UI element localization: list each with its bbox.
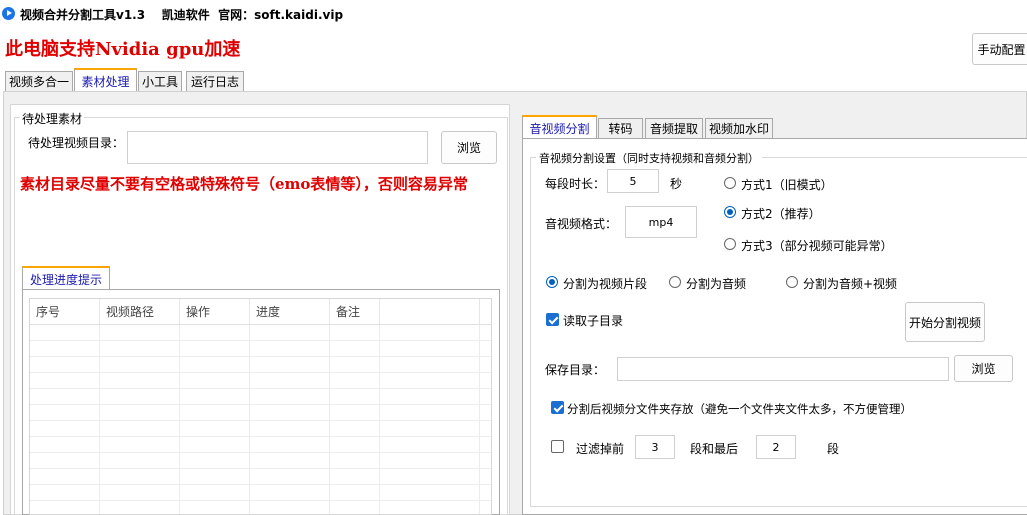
material-group-title: 待处理素材 [20, 110, 85, 127]
table-row [30, 373, 491, 389]
segment-input[interactable]: 5 [607, 169, 659, 193]
filter-checkbox[interactable] [551, 440, 564, 453]
table-row [30, 485, 491, 501]
table-header: 序号 视频路径 操作 进度 备注 [30, 299, 491, 325]
title-bar: 视频合并分割工具v1.3 凯迪软件 官网：soft.kaidi.vip [0, 0, 1027, 28]
save-dir-input[interactable] [617, 357, 949, 381]
folder-option-label[interactable]: 分割后视频分文件夹存放（避免一个文件夹文件太多，不方便管理） [567, 401, 912, 417]
folder-option-checkbox[interactable] [551, 401, 564, 414]
table-row [30, 341, 491, 357]
gpu-banner: 此电脑支持Nvidia gpu加速 [5, 39, 241, 60]
mode3-radio[interactable] [724, 238, 736, 250]
col-index[interactable]: 序号 [30, 299, 100, 324]
split-video-radio[interactable] [546, 276, 558, 288]
table-row [30, 437, 491, 453]
table-row [30, 325, 491, 341]
filter-label-mid: 段和最后 [690, 442, 739, 456]
filter-label-post: 段 [827, 442, 840, 456]
browse-button-left[interactable]: 浏览 [441, 131, 497, 164]
split-video-label[interactable]: 分割为视频片段 [563, 275, 647, 292]
read-subdir-label[interactable]: 读取子目录 [563, 312, 623, 329]
col-progress[interactable]: 进度 [250, 299, 330, 324]
manual-config-button[interactable]: 手动配置 [972, 33, 1027, 65]
mode3-label[interactable]: 方式3（部分视频可能异常） [741, 237, 893, 254]
table-body [30, 325, 491, 514]
tab-audio-extract[interactable]: 音频提取 [645, 118, 703, 138]
table-row [30, 453, 491, 469]
progress-table: 序号 视频路径 操作 进度 备注 [29, 298, 492, 515]
read-subdir-checkbox[interactable] [546, 313, 559, 326]
table-row [30, 389, 491, 405]
tab-av-split[interactable]: 音视频分割 [522, 115, 597, 139]
browse-button-right[interactable]: 浏览 [954, 355, 1013, 382]
tab-progress[interactable]: 处理进度提示 [22, 266, 110, 290]
format-label: 音视频格式： [545, 217, 618, 231]
tab-watermark[interactable]: 视频加水印 [705, 118, 773, 138]
mode1-label[interactable]: 方式1（旧模式） [741, 176, 833, 193]
mode2-radio[interactable] [724, 206, 736, 218]
dir-warning: 素材目录尽量不要有空格或特殊符号（emo表情等），否则容易异常 [20, 175, 468, 193]
split-group-title: 音视频分割设置（同时支持视频和音频分割） [536, 150, 762, 166]
tab-transcode[interactable]: 转码 [598, 118, 643, 138]
dir-label: 待处理视频目录： [28, 136, 125, 150]
mode1-radio[interactable] [724, 177, 736, 189]
split-both-radio[interactable] [786, 276, 798, 288]
table-row [30, 501, 491, 514]
video-dir-input[interactable] [127, 131, 428, 164]
tab-tools[interactable]: 小工具 [138, 71, 182, 91]
mode2-label[interactable]: 方式2（推荐） [741, 205, 821, 222]
col-path[interactable]: 视频路径 [100, 299, 180, 324]
save-dir-label: 保存目录： [545, 363, 606, 377]
table-row [30, 357, 491, 373]
table-row [30, 405, 491, 421]
filter-last-input[interactable]: 2 [756, 435, 796, 459]
filter-label-pre[interactable]: 过滤掉前 [576, 440, 624, 457]
tab-material-processing[interactable]: 素材处理 [74, 68, 137, 92]
segment-unit: 秒 [670, 177, 683, 191]
tab-run-log[interactable]: 运行日志 [186, 71, 244, 91]
split-audio-radio[interactable] [669, 276, 681, 288]
tab-video-merge[interactable]: 视频多合一 [5, 71, 73, 91]
start-split-button[interactable]: 开始分割视频 [905, 302, 985, 342]
format-input[interactable]: mp4 [625, 206, 697, 238]
split-audio-label[interactable]: 分割为音频 [686, 275, 746, 292]
col-action[interactable]: 操作 [180, 299, 250, 324]
app-icon [2, 7, 15, 20]
window-title: 视频合并分割工具v1.3 凯迪软件 官网：soft.kaidi.vip [20, 8, 344, 22]
split-both-label[interactable]: 分割为音频+视频 [803, 275, 897, 292]
table-row [30, 421, 491, 437]
table-row [30, 469, 491, 485]
segment-label: 每段时长： [545, 177, 606, 191]
filter-first-input[interactable]: 3 [635, 435, 675, 459]
col-note[interactable]: 备注 [330, 299, 380, 324]
